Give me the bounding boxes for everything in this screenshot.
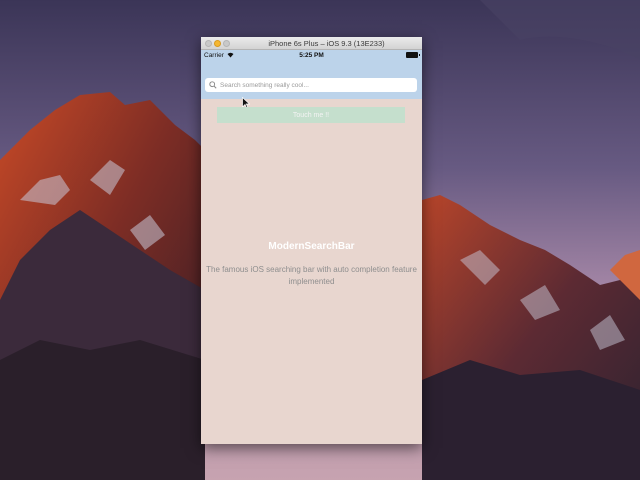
- search-input[interactable]: [220, 78, 410, 92]
- touch-me-button[interactable]: Touch me !!: [217, 107, 405, 123]
- window-title: iPhone 6s Plus – iOS 9.3 (13E233): [268, 39, 385, 48]
- search-header-bar: Carrier 5:25 PM: [201, 50, 422, 99]
- search-bar[interactable]: [205, 78, 417, 92]
- app-screen: Carrier 5:25 PM Touch me !! ModernSearch…: [201, 50, 422, 444]
- window-titlebar: iPhone 6s Plus – iOS 9.3 (13E233): [201, 37, 422, 50]
- close-window-button[interactable]: [205, 40, 212, 47]
- status-time: 5:25 PM: [299, 52, 324, 59]
- minimize-window-button[interactable]: [214, 40, 221, 47]
- battery-icon: [406, 52, 420, 58]
- search-icon: [209, 81, 217, 89]
- app-description: The famous iOS searching bar with auto c…: [206, 265, 417, 286]
- simulator-window: iPhone 6s Plus – iOS 9.3 (13E233) Carrie…: [201, 37, 422, 444]
- zoom-window-button[interactable]: [223, 40, 230, 47]
- status-bar: Carrier 5:25 PM: [201, 50, 422, 61]
- app-title: ModernSearchBar: [268, 241, 355, 252]
